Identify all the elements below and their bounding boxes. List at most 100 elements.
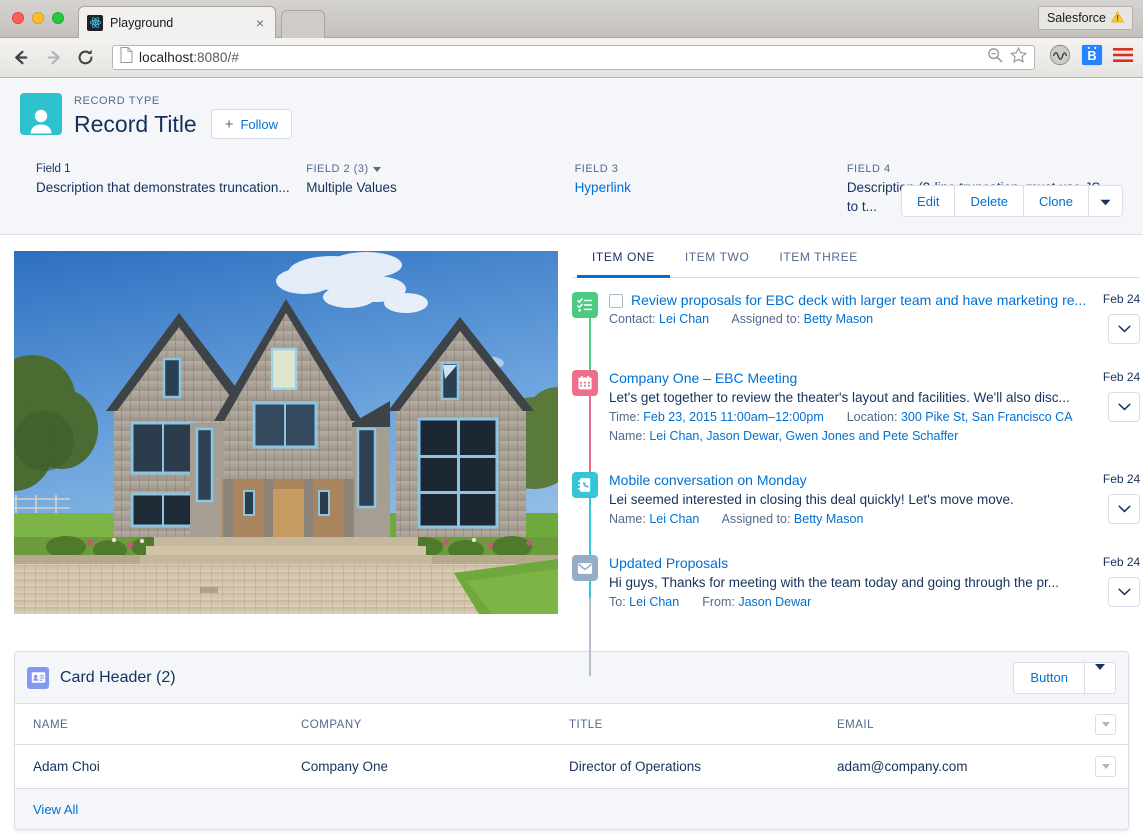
follow-button-label: Follow	[240, 117, 278, 132]
chevron-down-icon	[1100, 194, 1111, 209]
chrome-menu-icon[interactable]	[1113, 47, 1133, 68]
column-header-email[interactable]: EMAIL	[819, 704, 1084, 745]
table-row[interactable]: Adam Choi Company One Director of Operat…	[15, 745, 1128, 789]
clone-button[interactable]: Clone	[1024, 186, 1089, 216]
assignee-link[interactable]: Betty Mason	[794, 512, 863, 526]
record-actions-button-group: Edit Delete Clone	[901, 185, 1123, 217]
browser-tab[interactable]: Playground ×	[78, 6, 276, 38]
field-1-value: Description that demonstrates truncation…	[36, 178, 290, 197]
back-arrow-icon[interactable]	[10, 47, 32, 69]
activity-meta-names: Name: Lei Chan, Jason Dewar, Gwen Jones …	[609, 427, 1086, 446]
new-tab-button[interactable]	[281, 10, 325, 38]
field-2: FIELD 2 (3) Multiple Values	[306, 161, 574, 216]
activity-date: Feb 24	[1103, 471, 1140, 488]
activity-description: Let's get together to review the theater…	[609, 388, 1086, 408]
contact-link[interactable]: Lei Chan	[649, 512, 699, 526]
field-3-value-link[interactable]: Hyperlink	[575, 178, 831, 197]
card-header: Card Header (2) Button	[15, 652, 1128, 704]
tab-item-three[interactable]: ITEM THREE	[764, 238, 872, 278]
activity-expand-button[interactable]	[1108, 577, 1140, 607]
left-column	[14, 235, 558, 637]
related-list-card-wrapper: Card Header (2) Button NAME COMPANY TITL	[0, 637, 1143, 830]
activity-title-link[interactable]: Updated Proposals	[609, 554, 1086, 573]
card-button[interactable]: Button	[1014, 663, 1084, 693]
bookmark-star-icon[interactable]	[1010, 47, 1027, 68]
chevron-down-icon[interactable]	[373, 167, 381, 172]
zoom-search-icon[interactable]	[987, 47, 1003, 68]
task-checklist-icon	[572, 292, 598, 318]
browser-window: Playground × Salesforce	[0, 0, 1143, 839]
edit-button[interactable]: Edit	[902, 186, 955, 216]
activity-item-email: Updated Proposals Hi guys, Thanks for me…	[572, 554, 1140, 612]
activity-expand-button[interactable]	[1108, 392, 1140, 422]
column-settings-button[interactable]	[1095, 714, 1116, 735]
minimize-window-button[interactable]	[32, 12, 44, 24]
related-list-table: NAME COMPANY TITLE EMAIL Adam Choi	[15, 704, 1128, 789]
task-checkbox[interactable]	[609, 294, 623, 308]
view-all-link[interactable]: View All	[33, 802, 78, 817]
forward-arrow-icon[interactable]	[42, 47, 64, 69]
contact-link[interactable]: Lei Chan	[659, 312, 709, 326]
tab-close-icon[interactable]: ×	[253, 15, 267, 31]
page-content: RECORD TYPE Record Title + Follow Edit D…	[0, 79, 1143, 839]
chevron-down-icon	[1102, 764, 1110, 769]
activity-date: Feb 24	[1103, 554, 1140, 571]
maximize-window-button[interactable]	[52, 12, 64, 24]
window-traffic-lights	[12, 12, 64, 24]
browser-toolbar: localhost:8080/# B	[0, 38, 1143, 78]
activity-meta: Name: Lei Chan Assigned to: Betty Mason	[609, 510, 1086, 529]
card-footer: View All	[15, 789, 1128, 829]
field-1: Field 1 Description that demonstrates tr…	[36, 161, 306, 216]
email-envelope-icon	[572, 555, 598, 581]
tab-item-one[interactable]: ITEM ONE	[577, 238, 670, 278]
bitbucket-extension-icon[interactable]: B	[1081, 44, 1103, 71]
url-bar[interactable]: localhost:8080/#	[112, 45, 1035, 70]
activity-expand-button[interactable]	[1108, 494, 1140, 524]
field-3: FIELD 3 Hyperlink	[575, 161, 847, 216]
more-actions-button[interactable]	[1089, 186, 1122, 216]
activity-title-link[interactable]: Review proposals for EBC deck with large…	[631, 291, 1086, 310]
field-1-label: Field 1	[36, 161, 290, 178]
page-document-icon	[120, 47, 133, 68]
page-title: Record Title	[74, 110, 197, 138]
activity-item-call: Mobile conversation on Monday Lei seemed…	[572, 471, 1140, 529]
record-type-avatar-icon	[20, 93, 62, 135]
field-3-label: FIELD 3	[575, 161, 831, 178]
column-header-company[interactable]: COMPANY	[283, 704, 551, 745]
card-more-button[interactable]	[1084, 663, 1115, 693]
email-from-link[interactable]: Jason Dewar	[738, 595, 811, 609]
activity-timeline: Review proposals for EBC deck with large…	[572, 278, 1140, 612]
assignee-link[interactable]: Betty Mason	[804, 312, 873, 326]
svg-text:B: B	[1087, 48, 1096, 63]
cell-name: Adam Choi	[15, 745, 283, 789]
activity-expand-button[interactable]	[1108, 314, 1140, 344]
browser-tabstrip: Playground × Salesforce	[0, 0, 1143, 38]
react-favicon-icon	[87, 15, 103, 31]
tab-item-two[interactable]: ITEM TWO	[670, 238, 765, 278]
activity-meta: Time: Feb 23, 2015 11:00am–12:00pm Locat…	[609, 408, 1086, 427]
delete-button[interactable]: Delete	[955, 186, 1024, 216]
activity-title-link[interactable]: Mobile conversation on Monday	[609, 471, 1086, 490]
activity-description: Lei seemed interested in closing this de…	[609, 490, 1086, 510]
column-header-title[interactable]: TITLE	[551, 704, 819, 745]
activity-item-event: Company One – EBC Meeting Let's get toge…	[572, 369, 1140, 446]
record-type-label: RECORD TYPE	[74, 94, 292, 108]
tab-list: ITEM ONE ITEM TWO ITEM THREE	[572, 238, 1140, 278]
follow-button[interactable]: + Follow	[211, 109, 292, 139]
attendees-link[interactable]: Lei Chan, Jason Dewar, Gwen Jones and Pe…	[649, 429, 958, 443]
event-location-link[interactable]: 300 Pike St, San Francisco CA	[901, 410, 1073, 424]
close-window-button[interactable]	[12, 12, 24, 24]
email-to-link[interactable]: Lei Chan	[629, 595, 679, 609]
salesforce-extension-badge[interactable]: Salesforce	[1038, 6, 1133, 30]
activity-date: Feb 24	[1103, 291, 1140, 308]
activity-title-link[interactable]: Company One – EBC Meeting	[609, 369, 1086, 388]
activity-meta: Contact: Lei Chan Assigned to: Betty Mas…	[609, 310, 1086, 329]
column-header-name[interactable]: NAME	[15, 704, 283, 745]
record-photo	[14, 251, 558, 614]
reload-icon[interactable]	[74, 47, 96, 69]
row-actions-button[interactable]	[1095, 756, 1116, 777]
record-header: RECORD TYPE Record Title + Follow Edit D…	[0, 79, 1143, 235]
wave-extension-icon[interactable]	[1049, 44, 1071, 71]
main-columns: ITEM ONE ITEM TWO ITEM THREE	[0, 235, 1143, 637]
warning-triangle-icon	[1111, 11, 1124, 26]
